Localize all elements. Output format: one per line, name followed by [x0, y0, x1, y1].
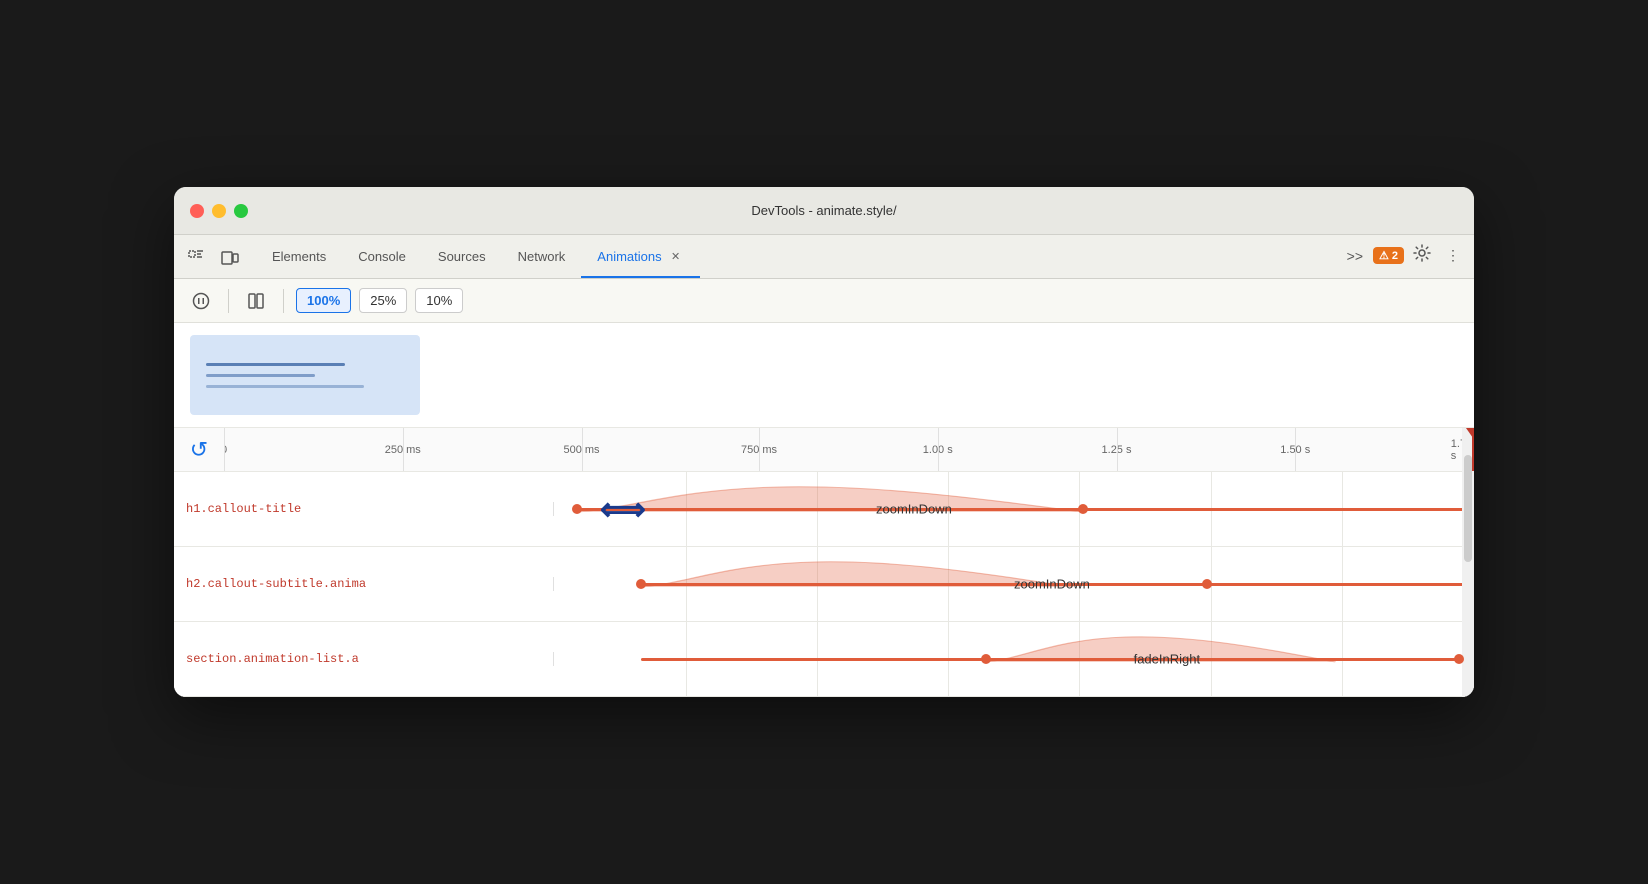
- playhead[interactable]: [1472, 428, 1474, 471]
- timeline-header: ↺ 0 250 ms 500 ms 750 ms 1.: [174, 428, 1474, 472]
- pause-button[interactable]: [186, 286, 216, 316]
- tab-elements[interactable]: Elements: [256, 234, 342, 278]
- speed-100-button[interactable]: 100%: [296, 288, 351, 313]
- devtools-panel: Elements Console Sources Network Animati…: [174, 235, 1474, 697]
- anim-label-2[interactable]: h2.callout-subtitle.anima: [174, 577, 554, 591]
- grid-line-750: [759, 428, 760, 471]
- grid-line-1-25s: [1117, 428, 1118, 471]
- anim-dot-1b[interactable]: [1078, 504, 1088, 514]
- close-button[interactable]: [190, 204, 204, 218]
- titlebar: DevTools - animate.style/: [174, 187, 1474, 235]
- main-content: ↺ 0 250 ms 500 ms 750 ms 1.: [174, 323, 1474, 697]
- tab-sources[interactable]: Sources: [422, 234, 502, 278]
- warning-badge[interactable]: ⚠ 2: [1373, 247, 1404, 264]
- animations-toolbar: 100% 25% 10%: [174, 279, 1474, 323]
- minimize-button[interactable]: [212, 204, 226, 218]
- table-row: h2.callout-subtitle.anima: [174, 547, 1474, 622]
- more-tabs-button[interactable]: >>: [1341, 244, 1369, 268]
- preview-row: [174, 323, 1474, 428]
- select-element-icon[interactable]: [182, 244, 210, 272]
- table-row: h1.callout-title: [174, 472, 1474, 547]
- anim-bar-1: [577, 508, 1474, 511]
- tab-network[interactable]: Network: [502, 234, 582, 278]
- anim-dot-3a[interactable]: [981, 654, 991, 664]
- animation-rows: h1.callout-title: [174, 472, 1474, 697]
- table-row: section.animation-list.a: [174, 622, 1474, 697]
- time-marks: 0 250 ms 500 ms 750 ms 1.00 s 1.25 s: [224, 428, 1474, 471]
- warning-icon: ⚠: [1379, 249, 1389, 262]
- grid-line-250: [403, 428, 404, 471]
- grid-line-0: [224, 428, 225, 471]
- device-mode-icon[interactable]: [216, 244, 244, 272]
- grid-line-1s: [938, 428, 939, 471]
- toolbar-divider-2: [283, 289, 284, 313]
- anim-label-3[interactable]: section.animation-list.a: [174, 652, 554, 666]
- anim-track-3: fadeInRight: [554, 622, 1474, 696]
- tab-animations[interactable]: Animations ✕: [581, 234, 699, 278]
- grid-line-1-5s: [1295, 428, 1296, 471]
- anim-track-2: zoomInDown: [554, 547, 1474, 621]
- replay-button[interactable]: ↺: [174, 437, 224, 463]
- preview-line-3: [206, 385, 364, 388]
- tabs-bar: Elements Console Sources Network Animati…: [174, 235, 1474, 279]
- anim-dot-2a[interactable]: [636, 579, 646, 589]
- tab-console[interactable]: Console: [342, 234, 422, 278]
- time-ruler: 0 250 ms 500 ms 750 ms 1.00 s 1.25 s: [224, 428, 1474, 471]
- speed-10-button[interactable]: 10%: [415, 288, 463, 313]
- anim-label-1[interactable]: h1.callout-title: [174, 502, 554, 516]
- anim-dot-2b[interactable]: [1202, 579, 1212, 589]
- timeline-area: ↺ 0 250 ms 500 ms 750 ms 1.: [174, 428, 1474, 697]
- tab-icons: [182, 244, 244, 278]
- anim-bar-2: [641, 583, 1474, 586]
- anim-dot-1a[interactable]: [572, 504, 582, 514]
- anim-track-1: ⟺ zoomInDown: [554, 472, 1474, 546]
- menu-button[interactable]: ⋮: [1440, 243, 1466, 268]
- layout-button[interactable]: [241, 286, 271, 316]
- window-title: DevTools - animate.style/: [751, 203, 896, 218]
- speed-25-button[interactable]: 25%: [359, 288, 407, 313]
- maximize-button[interactable]: [234, 204, 248, 218]
- preview-line-1: [206, 363, 345, 366]
- window-controls: [190, 204, 248, 218]
- grid-line-500: [582, 428, 583, 471]
- tabs-right: >> ⚠ 2 ⋮: [1341, 239, 1466, 278]
- devtools-window: DevTools - animate.style/: [174, 187, 1474, 697]
- preview-box: [190, 335, 420, 415]
- scrollbar-thumb[interactable]: [1464, 455, 1472, 563]
- anim-dot-3b[interactable]: [1454, 654, 1464, 664]
- anim-bar-3: [641, 658, 1474, 661]
- tab-close-icon[interactable]: ✕: [668, 248, 684, 264]
- toolbar-divider-1: [228, 289, 229, 313]
- settings-button[interactable]: [1408, 239, 1436, 272]
- preview-line-2: [206, 374, 315, 377]
- playhead-arrow: [1466, 428, 1474, 438]
